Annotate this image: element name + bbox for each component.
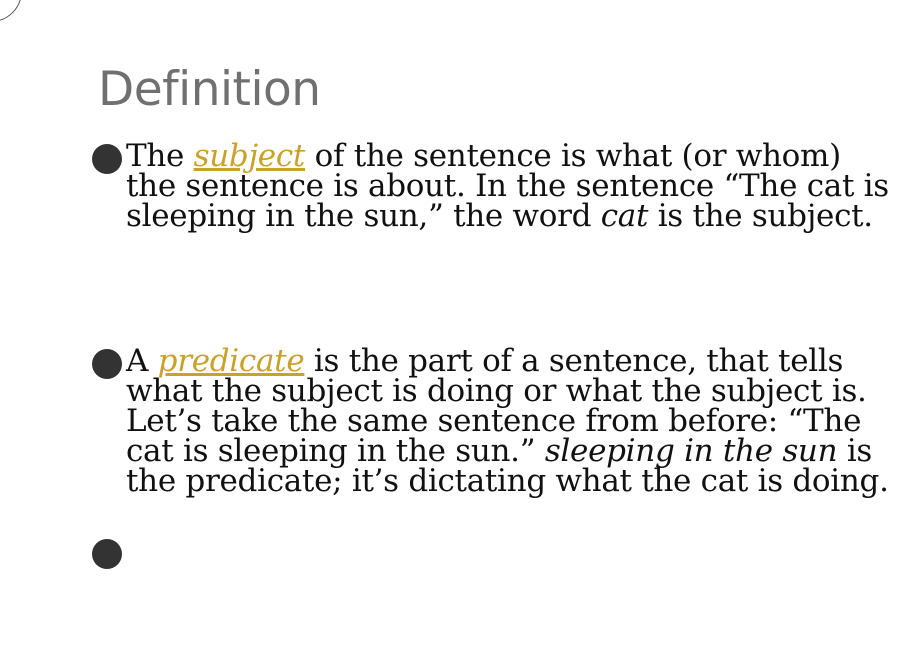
bullet-dot	[92, 349, 122, 379]
slide-title: Definition	[98, 62, 321, 117]
italic-word: cat	[600, 198, 649, 234]
bullet-text: is the subject.	[648, 198, 873, 234]
bullet-dot	[92, 144, 122, 174]
bullet-dot	[92, 539, 122, 569]
slide-corner-decoration	[0, 0, 22, 22]
bullet-item-subject: The subject of the sentence is what (or …	[126, 141, 896, 234]
bullet-item-predicate: A predicate is the part of a sentence, t…	[126, 346, 896, 497]
